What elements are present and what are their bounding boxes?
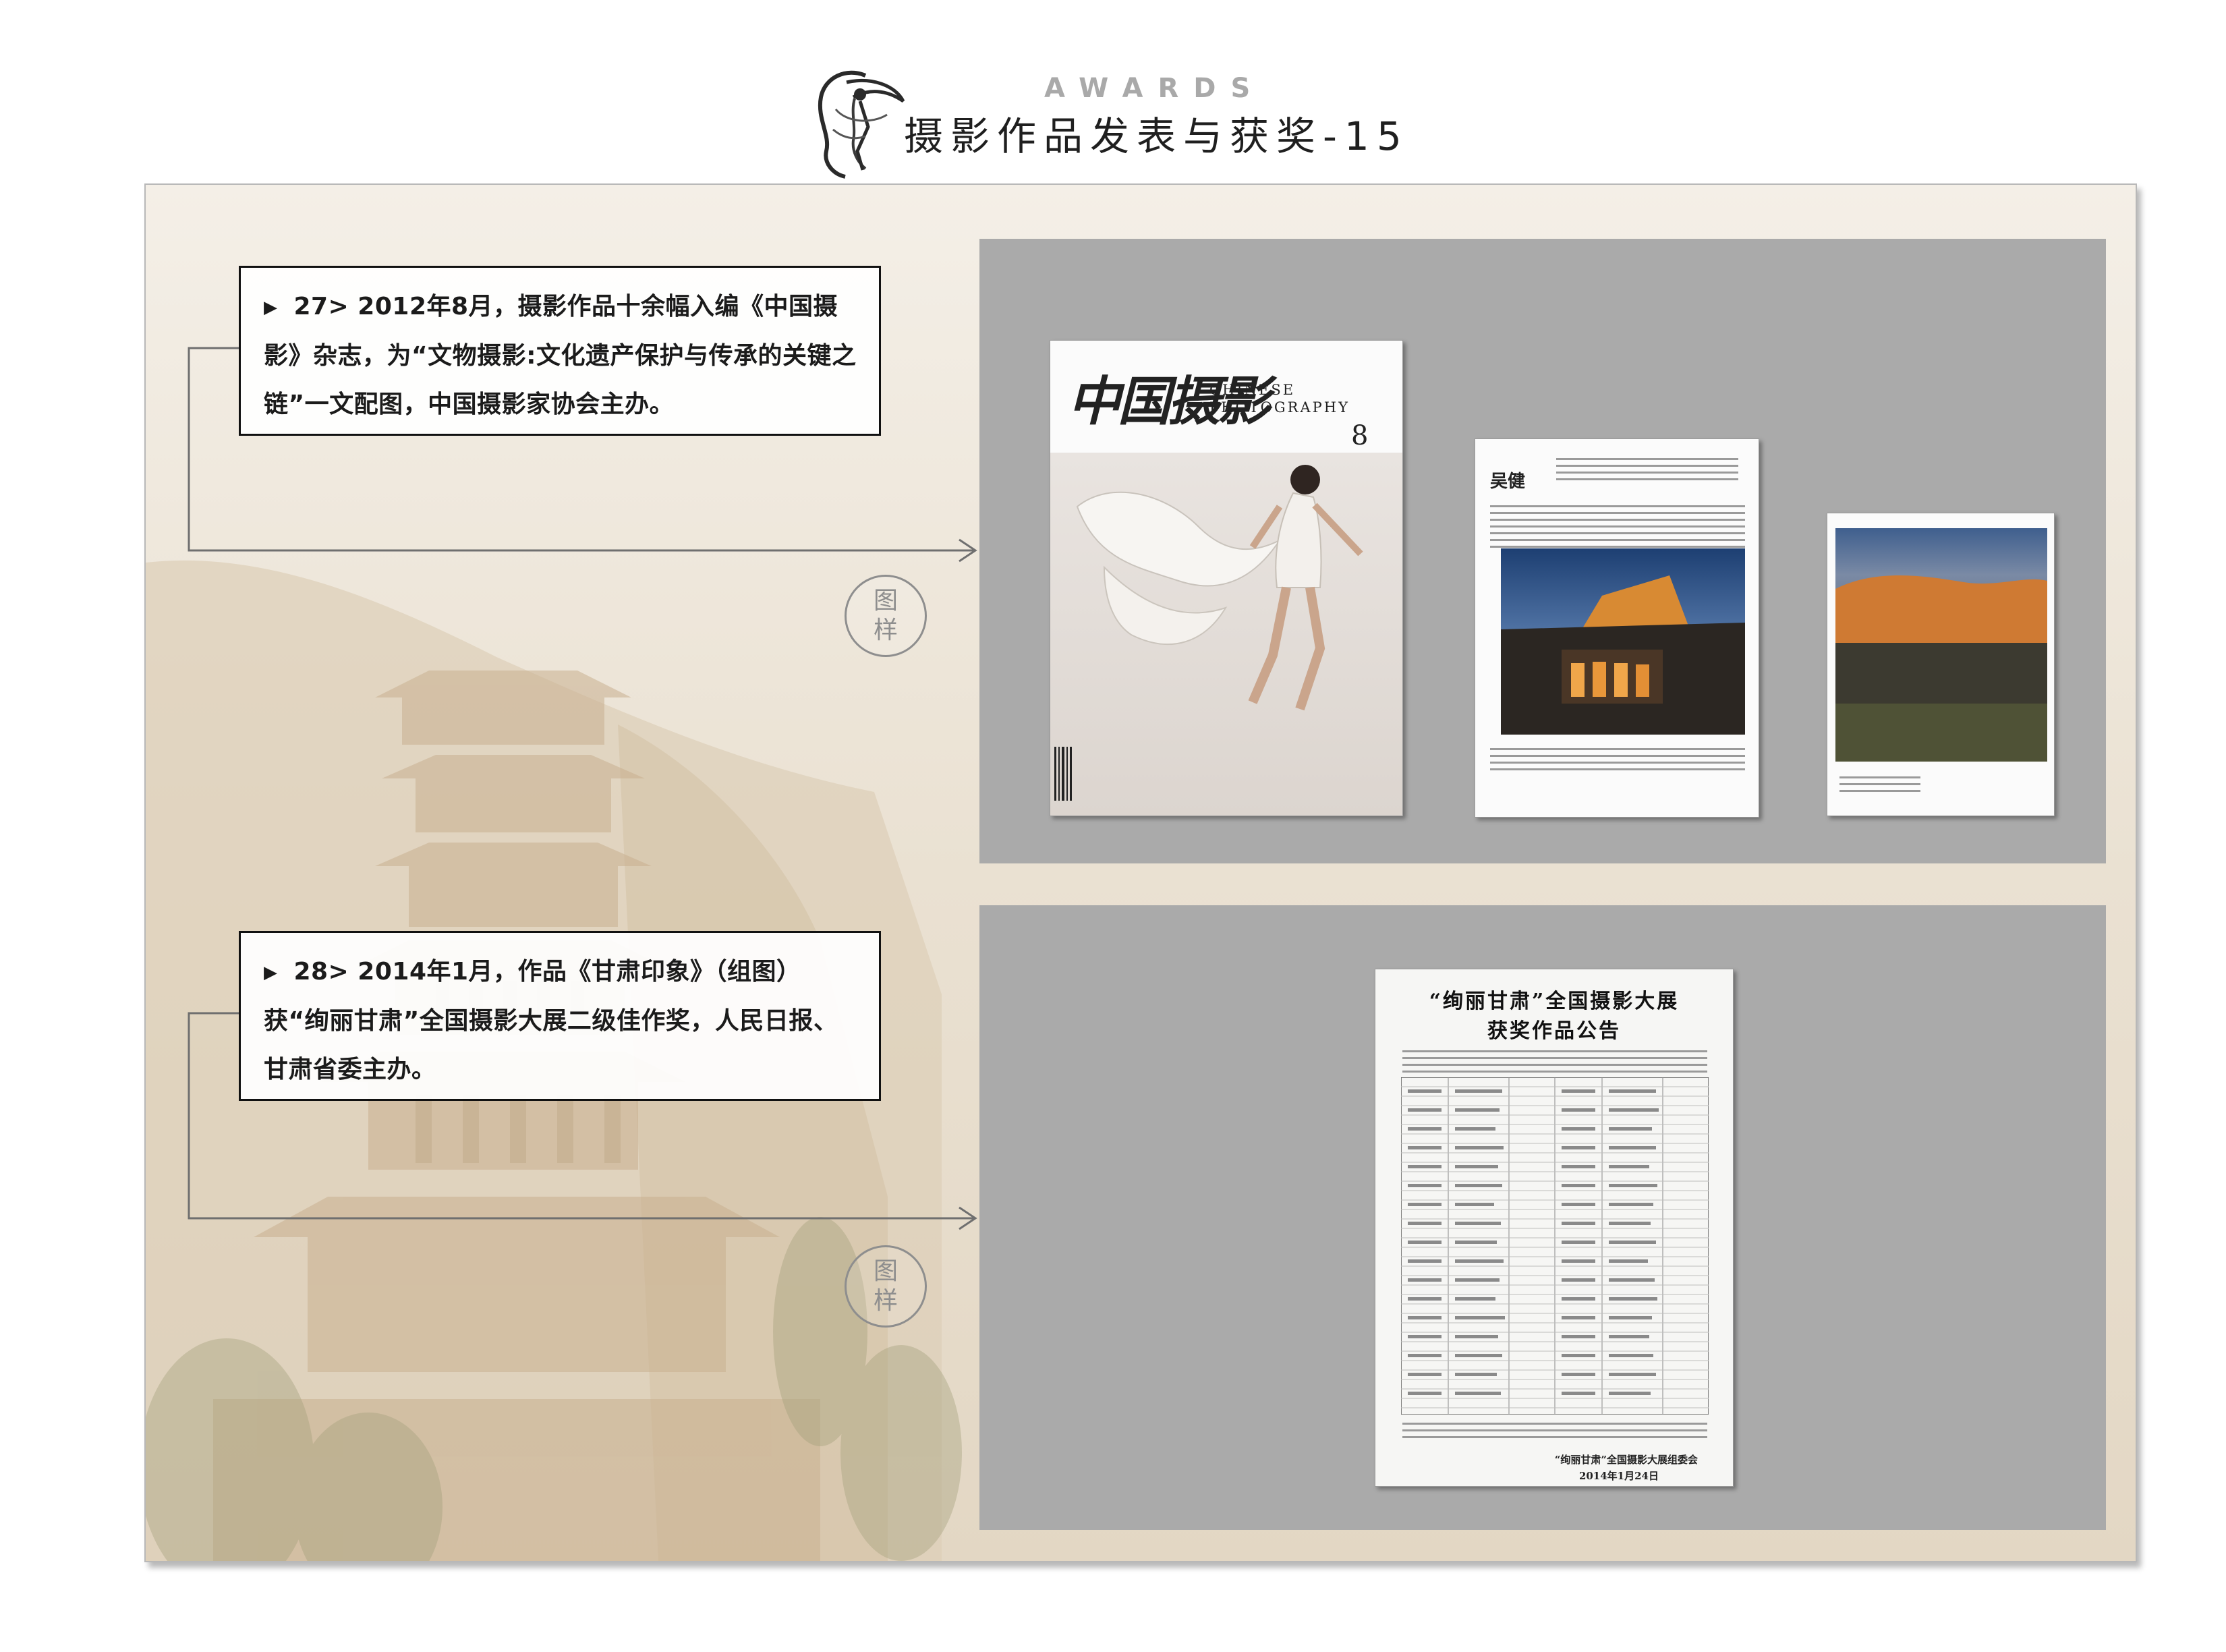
newspaper-signature: “绚丽甘肃”全国摄影大展组委会 [1554,1454,1698,1466]
newspaper-clipping: “绚丽甘肃”全国摄影大展 获奖作品公告 “绚丽甘肃”全国摄影大展组委会 2014… [1375,969,1734,1487]
article-page: 吴健 [1475,438,1759,818]
desert-dunes-photo [1835,528,2047,762]
article-author: 吴健 [1490,472,1526,492]
entry-27-box: ▶ 27> 2012年8月，摄影作品十余幅入编《中国摄影》杂志，为“文物摄影:文化… [239,266,881,436]
magazine-cover: 中国摄影 CHINESE PHOTOGRAPHY 8 [1050,340,1403,816]
page-title: 摄影作品发表与获奖-15 [904,113,1409,159]
cover-dancer-photo [1050,453,1402,816]
entry-28-box: ▶ 28> 2014年1月，作品《甘肃印象》（组图）获“绚丽甘肃”全国摄影大展二级… [239,931,881,1101]
newspaper-title: “绚丽甘肃”全国摄影大展 [1429,990,1680,1013]
newspaper-date: 2014年1月24日 [1578,1470,1659,1482]
triangle-right-icon: ▶ [264,297,278,318]
winners-table [1401,1077,1709,1415]
content-frame: ▶ 27> 2012年8月，摄影作品十余幅入编《中国摄影》杂志，为“文物摄影:文化… [144,183,2137,1562]
issue-number: 8 [1351,420,1369,451]
entry-28-text: ▶ 28> 2014年1月，作品《甘肃印象》（组图）获“绚丽甘肃”全国摄影大展二级… [264,948,859,1094]
article-page [1827,513,2055,816]
grotto-sunset-photo [1501,548,1745,735]
entry-27-text: ▶ 27> 2012年8月，摄影作品十余幅入编《中国摄影》杂志，为“文物摄影:文化… [264,283,859,429]
awards-label: AWARDS [1044,73,1265,104]
magazine-panel: 中国摄影 CHINESE PHOTOGRAPHY 8 吴健 [979,239,2106,863]
cover-english: CHINESE PHOTOGRAPHY [1209,382,1350,416]
dancer-logo-icon [818,70,905,179]
sample-stamp: 图样 [845,1245,927,1328]
triangle-right-icon: ▶ [264,963,278,983]
newspaper-panel: “绚丽甘肃”全国摄影大展 获奖作品公告 “绚丽甘肃”全国摄影大展组委会 2014… [979,905,2106,1530]
sample-stamp: 图样 [845,575,927,657]
newspaper-subtitle: 获奖作品公告 [1487,1019,1621,1043]
